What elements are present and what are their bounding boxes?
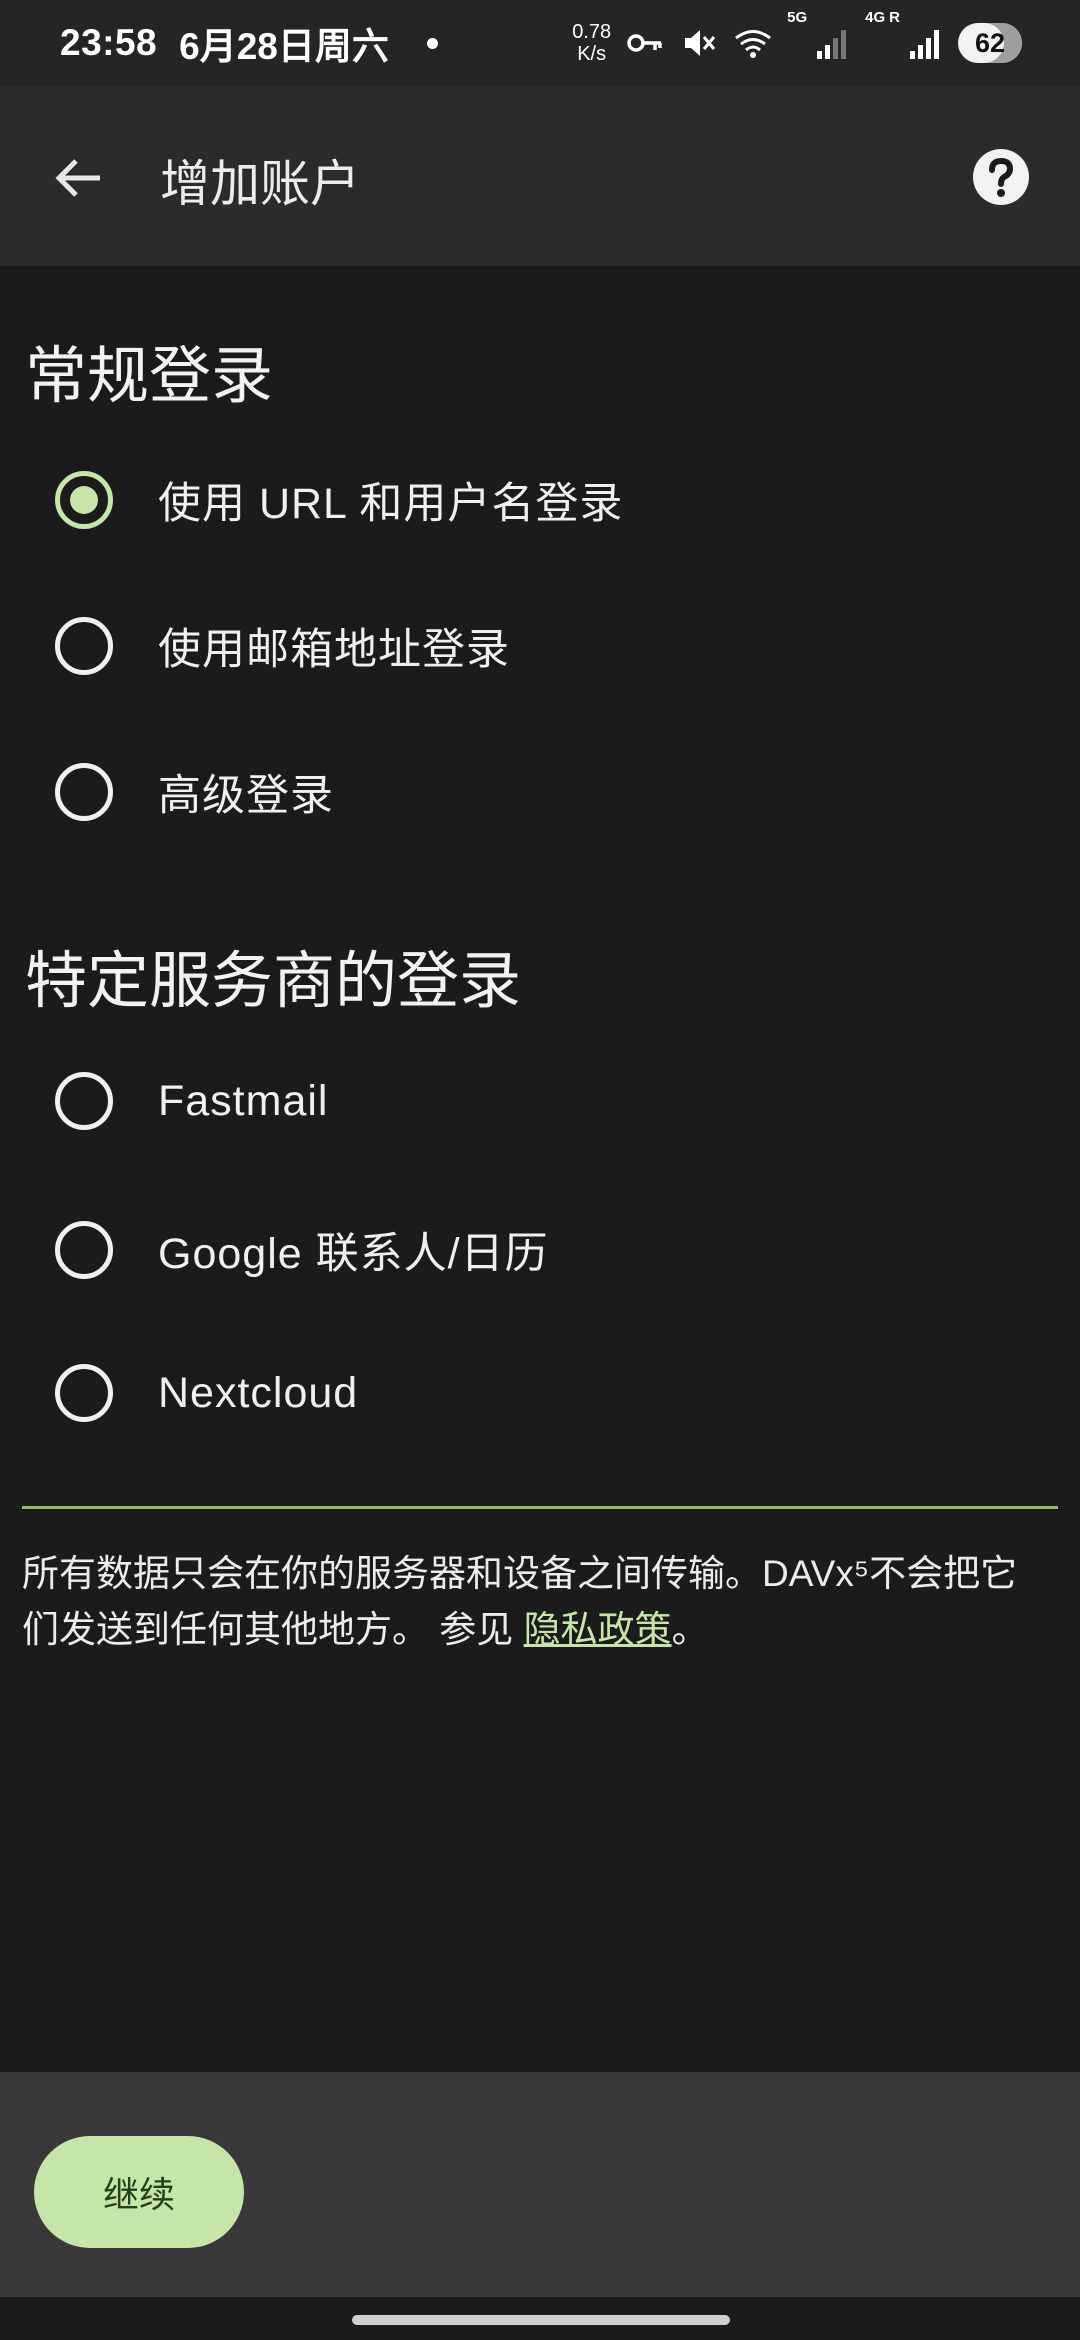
status-date: 6月28日周六 — [179, 26, 389, 67]
radio-button[interactable] — [55, 617, 113, 675]
app-bar: 增加账户 — [0, 86, 1080, 266]
radio-button[interactable] — [55, 1072, 113, 1130]
radio-button[interactable] — [55, 1221, 113, 1279]
option-label: Fastmail — [158, 1076, 329, 1125]
notification-dot-icon — [426, 37, 438, 49]
bottom-bar: 继续 — [0, 2072, 1080, 2297]
gesture-nav-area — [0, 2297, 1080, 2340]
option-label: 使用邮箱地址登录 — [158, 626, 510, 674]
sim2-label: 4G — [865, 9, 886, 26]
battery-icon: 62 — [958, 23, 1022, 63]
signal-icon — [910, 30, 939, 59]
option-fastmail[interactable]: Fastmail — [55, 1051, 955, 1151]
option-nextcloud[interactable]: Nextcloud — [55, 1343, 955, 1443]
privacy-notice-text: 所有数据只会在你的服务器和设备之间传输。DAVx⁵不会把它们发送到任何其他地方。… — [22, 1553, 1018, 1650]
option-email-login[interactable]: 使用邮箱地址登录 — [55, 596, 955, 696]
roaming-label: R — [889, 9, 900, 26]
radio-button-checked[interactable] — [55, 471, 113, 529]
privacy-notice-suffix: 。 — [671, 1609, 709, 1650]
mute-icon — [685, 30, 716, 56]
page-title: 增加账户 — [160, 156, 360, 212]
status-bar: 23:58 6月28日周六 0.78 K/s 5G 4G R 62 — [0, 0, 1080, 86]
option-label: Google 联系人/日历 — [158, 1230, 549, 1278]
privacy-policy-link[interactable]: 隐私政策 — [524, 1609, 672, 1650]
option-label: 使用 URL 和用户名登录 — [158, 480, 624, 528]
provider-login-title: 特定服务商的登录 — [25, 947, 522, 1016]
radio-button[interactable] — [55, 1364, 113, 1422]
continue-button[interactable]: 继续 — [34, 2136, 244, 2248]
net-speed-unit: K/s — [577, 43, 607, 65]
battery-level: 62 — [974, 27, 1006, 58]
net-speed-value: 0.78 — [572, 21, 612, 43]
help-button[interactable] — [970, 146, 1032, 208]
status-time: 23:58 — [60, 22, 158, 63]
divider — [22, 1506, 1058, 1509]
option-url-login[interactable]: 使用 URL 和用户名登录 — [55, 450, 955, 550]
option-label: Nextcloud — [158, 1368, 359, 1417]
wifi-icon — [735, 30, 772, 58]
radio-button[interactable] — [55, 763, 113, 821]
sim1-label: 5G — [787, 9, 808, 26]
privacy-notice: 所有数据只会在你的服务器和设备之间传输。DAVx⁵不会把它们发送到任何其他地方。… — [22, 1546, 1042, 1658]
home-indicator[interactable] — [352, 2315, 730, 2325]
net-speed: 0.78 K/s — [572, 21, 611, 65]
general-login-title: 常规登录 — [25, 342, 274, 411]
back-arrow-icon — [55, 159, 100, 197]
option-advanced-login[interactable]: 高级登录 — [55, 742, 955, 842]
help-icon — [973, 149, 1029, 205]
vpn-key-icon — [627, 34, 662, 52]
signal-icon — [817, 30, 847, 59]
option-label: 高级登录 — [158, 772, 334, 820]
status-icons: 0.78 K/s 5G 4G R 62 — [572, 9, 1022, 65]
back-button[interactable] — [44, 148, 114, 208]
option-google[interactable]: Google 联系人/日历 — [55, 1200, 955, 1300]
